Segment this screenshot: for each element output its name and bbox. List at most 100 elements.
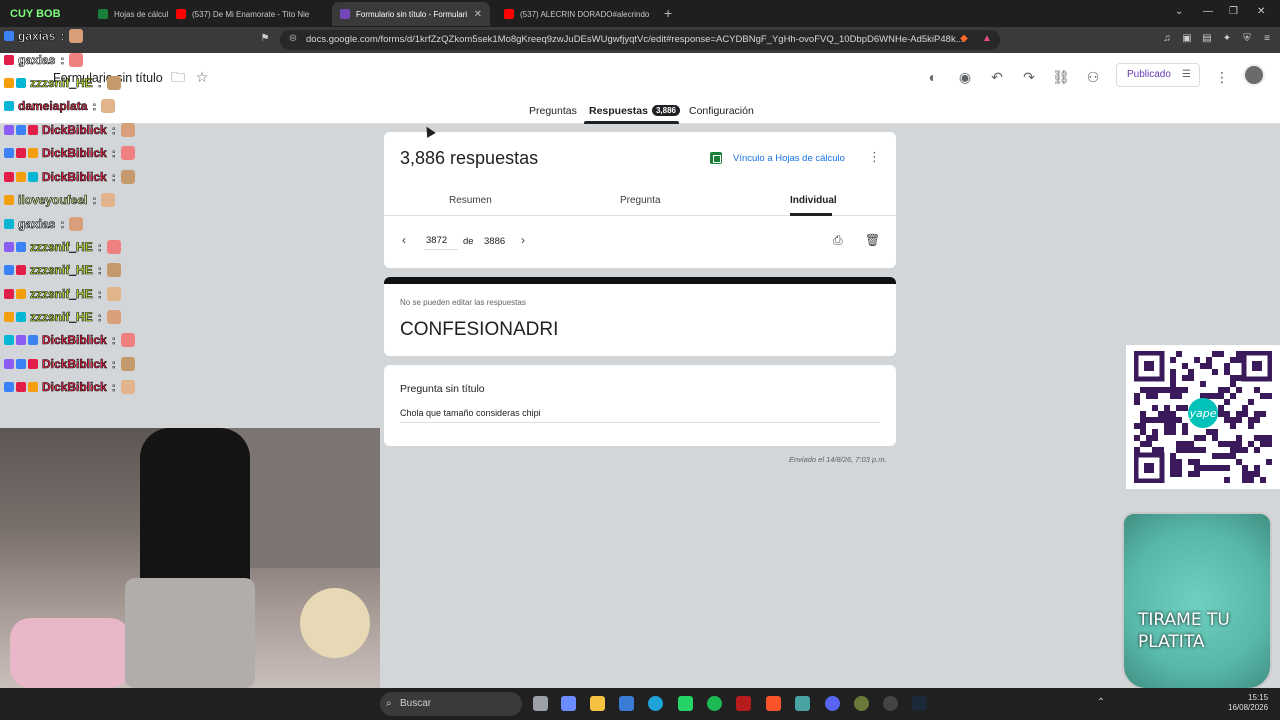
undo-icon[interactable]: ↶ — [987, 67, 1007, 87]
taskbar-search[interactable]: Buscar — [380, 692, 522, 716]
link-icon[interactable]: ⛓ — [1051, 67, 1071, 87]
steam-icon[interactable] — [912, 696, 927, 711]
chat-username[interactable]: DickBiblick — [42, 357, 107, 372]
leo-icon[interactable]: ✦ — [1220, 33, 1234, 44]
vpn-icon[interactable]: ⛨ — [1240, 33, 1254, 44]
file-explorer-icon[interactable] — [590, 696, 605, 711]
copilot-icon[interactable] — [561, 696, 576, 711]
chat-username[interactable]: zzzsnif_HE — [30, 76, 93, 91]
redo-icon[interactable]: ↷ — [1019, 67, 1039, 87]
chat-emote-icon — [106, 76, 121, 90]
tab-forms[interactable]: Formulario sin título - Formulari ✕ — [332, 2, 490, 26]
app2-icon[interactable] — [854, 696, 869, 711]
jar-caption: TIRAME TU PLATITA — [1138, 610, 1230, 652]
tab-sheets[interactable]: Hojas de cálcul — [90, 2, 168, 26]
chat-username[interactable]: DickBiblick — [42, 146, 107, 161]
chat-username[interactable]: DickBiblick — [42, 380, 107, 395]
brave-icon[interactable] — [766, 696, 781, 711]
close-tab-icon[interactable]: ✕ — [468, 9, 482, 20]
chevron-right-icon[interactable]: › — [521, 233, 525, 247]
chat-badge-icon — [28, 359, 38, 369]
chat-separator: : — [97, 287, 102, 302]
preview-eye-icon[interactable]: ◉ — [955, 67, 975, 87]
submitted-timestamp: Enviado el 14/8/26, 7:03 p.m. — [789, 455, 887, 464]
subtab-individual[interactable]: Individual — [790, 195, 837, 206]
chat-badge-icon — [4, 382, 14, 392]
edge-icon[interactable] — [648, 696, 663, 711]
chat-badge-icon — [4, 312, 14, 322]
chat-separator: : — [97, 240, 102, 255]
chat-username[interactable]: zzzsnif_HE — [30, 310, 93, 325]
menu-icon[interactable]: ≡ — [1260, 33, 1274, 44]
task-view-icon[interactable] — [533, 696, 548, 711]
palette-icon[interactable]: ◐ — [923, 67, 943, 87]
chat-username[interactable]: DickBiblick — [42, 170, 107, 185]
tab-respuestas[interactable]: Respuestas 3,886 — [589, 105, 680, 117]
spotify-icon[interactable] — [707, 696, 722, 711]
chat-username[interactable]: zzzsnif_HE — [30, 287, 93, 302]
chat-badge-icon — [16, 382, 26, 392]
chat-username[interactable]: zzzsnif_HE — [30, 240, 93, 255]
chat-message: dameiaplata: — [4, 97, 116, 115]
close-window-icon[interactable]: ✕ — [1257, 6, 1265, 17]
chat-badge-icon — [16, 172, 26, 182]
sidebar-icon[interactable]: ▣ — [1180, 33, 1194, 44]
chat-separator: : — [111, 380, 116, 395]
minimize-icon[interactable]: — — [1203, 6, 1213, 17]
discord-icon[interactable] — [825, 696, 840, 711]
chat-badge-icon — [4, 219, 14, 229]
response-index-input[interactable]: 3872 — [424, 232, 458, 250]
delete-icon[interactable]: 🗑 — [865, 233, 880, 247]
whatsapp-icon[interactable] — [678, 696, 693, 711]
chevron-left-icon[interactable]: ‹ — [402, 233, 406, 247]
add-collaborator-icon[interactable]: ⚇ — [1083, 67, 1103, 87]
tab-search-icon[interactable]: ⌄ — [1175, 6, 1183, 17]
wallet-icon[interactable]: ▤ — [1200, 33, 1214, 44]
avatar[interactable] — [1243, 64, 1265, 86]
chat-separator: : — [111, 357, 116, 372]
webcam-person-pants — [125, 578, 255, 688]
store-icon[interactable] — [619, 696, 634, 711]
webcam-plush — [300, 588, 370, 658]
obs-icon[interactable] — [883, 696, 898, 711]
link-to-sheets-button[interactable]: Vínculo a Hojas de cálculo — [710, 152, 845, 164]
responses-more-icon[interactable]: ⋮ — [868, 149, 881, 165]
chat-username[interactable]: iloveyoufeel — [18, 193, 88, 208]
windows-taskbar: Buscar ⌃ 15:15 16/08/2026 — [0, 688, 1280, 720]
tab-youtube-2[interactable]: (537) ALECRIN DORADO#alecrindo — [496, 2, 656, 26]
chat-badge-icon — [4, 359, 14, 369]
subtab-resumen[interactable]: Resumen — [449, 195, 492, 206]
subtab-pregunta[interactable]: Pregunta — [620, 195, 661, 206]
chat-emote-icon — [106, 263, 121, 277]
new-tab-icon[interactable]: + — [664, 5, 672, 21]
dota-icon[interactable] — [736, 696, 751, 711]
tray-chevron-icon[interactable]: ⌃ — [1094, 697, 1108, 708]
chat-username[interactable]: gaxias — [18, 217, 56, 232]
chat-username[interactable]: DickBiblick — [42, 333, 107, 348]
tab-preguntas[interactable]: Preguntas — [529, 105, 577, 117]
chat-username[interactable]: gaxias — [18, 29, 56, 44]
tab-configuracion[interactable]: Configuración — [689, 105, 754, 117]
print-icon[interactable]: ⎙ — [833, 233, 843, 248]
chat-message: DickBiblick: — [4, 355, 135, 373]
published-button[interactable]: Publicado ☰ — [1116, 63, 1200, 87]
brave-shield-icon[interactable]: ◆ — [957, 33, 971, 44]
chat-username[interactable]: zzzsnif_HE — [30, 263, 93, 278]
chat-username[interactable]: gaxias — [18, 53, 56, 68]
chat-badge-icon — [4, 55, 14, 65]
maximize-icon[interactable]: ❐ — [1229, 6, 1238, 17]
url-field[interactable]: docs.google.com/forms/d/1krfZzQZkom5sek1… — [280, 30, 1000, 50]
tab-youtube-1[interactable]: (537) De Mi Enamorate - Tito Nie — [168, 2, 330, 26]
chat-username[interactable]: dameiaplata — [18, 99, 88, 114]
chat-emote-icon — [120, 146, 135, 160]
responses-count-heading: 3,886 respuestas — [400, 148, 539, 168]
rewards-icon[interactable]: ▲ — [980, 33, 994, 44]
media-icon[interactable]: ♫ — [1160, 33, 1174, 44]
app-icon[interactable] — [795, 696, 810, 711]
taskbar-clock[interactable]: 15:15 16/08/2026 — [1228, 693, 1268, 713]
chat-badge-icon — [16, 289, 26, 299]
chat-username[interactable]: DickBiblick — [42, 123, 107, 138]
sheets-link-label: Vínculo a Hojas de cálculo — [733, 152, 845, 164]
chat-message: DickBiblick: — [4, 168, 135, 186]
more-options-icon[interactable]: ⋮ — [1212, 67, 1232, 87]
